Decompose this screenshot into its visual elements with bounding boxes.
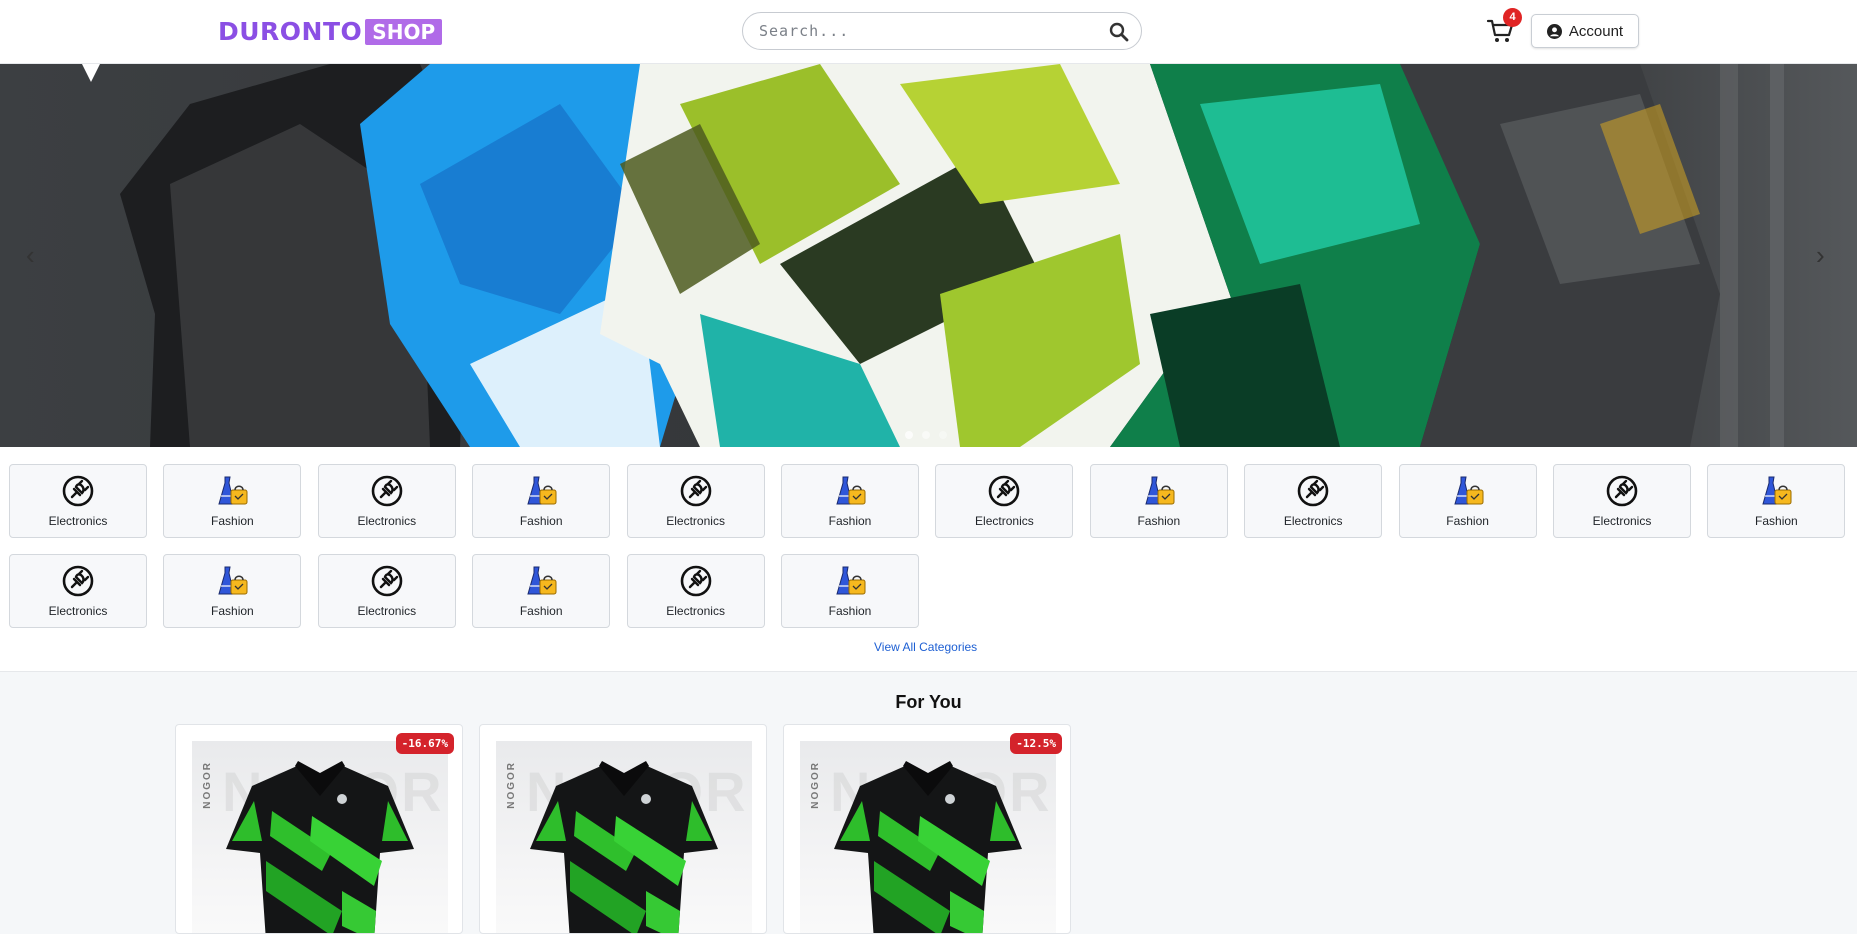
search-input[interactable] — [759, 19, 1099, 43]
category-tile-electronics[interactable]: Electronics — [9, 464, 147, 538]
discount-badge: -16.67% — [395, 733, 454, 754]
discount-badge: -12.5% — [1010, 733, 1062, 754]
category-label: Electronics — [48, 514, 108, 528]
dress-bag-icon — [527, 476, 557, 505]
category-label: Electronics — [48, 604, 108, 618]
category-label: Fashion — [211, 604, 254, 618]
search-button[interactable] — [1109, 22, 1129, 42]
plug-icon — [62, 475, 94, 507]
category-tile-fashion[interactable]: Fashion — [472, 464, 611, 538]
site-logo[interactable]: DURONTO SHOP — [218, 17, 443, 46]
dress-bag-icon — [218, 476, 248, 505]
hero-dot[interactable] — [905, 431, 913, 439]
category-label: Fashion — [1137, 514, 1181, 528]
dress-bag-icon — [1453, 476, 1484, 505]
category-label: Fashion — [1755, 514, 1798, 528]
category-label: Fashion — [828, 514, 872, 528]
category-tile-electronics[interactable]: Electronics — [1553, 464, 1691, 538]
hero-notch — [82, 64, 100, 82]
category-tile-fashion[interactable]: Fashion — [1707, 464, 1846, 538]
hero-dot[interactable] — [922, 431, 930, 439]
plug-icon — [1297, 475, 1329, 507]
category-tile-electronics[interactable]: Electronics — [317, 464, 456, 538]
category-label: Fashion — [211, 514, 254, 528]
category-tile-fashion[interactable]: Fashion — [781, 464, 919, 538]
category-tile-fashion[interactable]: Fashion — [163, 554, 302, 628]
category-tile-fashion[interactable]: Fashion — [163, 464, 302, 538]
cart-count-badge: 4 — [1503, 8, 1522, 27]
category-tile-electronics[interactable]: Electronics — [626, 554, 765, 628]
jersey-image — [834, 761, 1022, 933]
plug-icon — [371, 565, 403, 597]
plug-icon — [371, 475, 403, 507]
category-tile-fashion[interactable]: Fashion — [1398, 464, 1537, 538]
category-tile-electronics[interactable]: Electronics — [1244, 464, 1383, 538]
category-label: Electronics — [666, 514, 725, 528]
product-image: NOGORNOGOR — [192, 741, 448, 933]
hero-pagination — [905, 431, 947, 439]
category-tile-electronics[interactable]: Electronics — [935, 464, 1074, 538]
category-tile-electronics[interactable]: Electronics — [626, 464, 765, 538]
jersey-image — [530, 761, 718, 933]
account-button[interactable]: Account — [1531, 14, 1639, 48]
category-tile-fashion[interactable]: Fashion — [781, 554, 919, 628]
dress-bag-icon — [527, 566, 557, 595]
hero-dot[interactable] — [939, 431, 947, 439]
category-label: Fashion — [1446, 514, 1489, 528]
product-card[interactable]: NOGORNOGOR — [479, 724, 767, 934]
category-label: Electronics — [666, 604, 725, 618]
product-card[interactable]: -12.5%NOGORNOGOR — [783, 724, 1071, 934]
category-label: Electronics — [357, 514, 417, 528]
dress-bag-icon — [218, 566, 248, 595]
hero-prev-button[interactable]: ‹ — [26, 242, 35, 268]
dress-bag-icon — [1145, 476, 1175, 505]
category-tile-fashion[interactable]: Fashion — [1089, 464, 1228, 538]
plug-icon — [680, 565, 711, 597]
category-tile-fashion[interactable]: Fashion — [472, 554, 611, 628]
category-label: Fashion — [519, 514, 563, 528]
logo-badge: SHOP — [365, 19, 443, 45]
category-tile-electronics[interactable]: Electronics — [317, 554, 456, 628]
hero-image — [0, 64, 1857, 447]
logo-text: DURONTO — [218, 17, 363, 46]
dress-bag-icon — [1762, 476, 1792, 505]
dress-bag-icon — [836, 566, 866, 595]
dress-bag-icon — [836, 476, 866, 505]
category-tile-electronics[interactable]: Electronics — [9, 554, 147, 628]
category-label: Fashion — [519, 604, 563, 618]
product-card[interactable]: -16.67%NOGORNOGOR — [175, 724, 463, 934]
plug-icon — [1606, 475, 1638, 507]
product-image: NOGORNOGOR — [496, 741, 752, 933]
category-label: Electronics — [1283, 514, 1343, 528]
hero-next-button[interactable]: › — [1816, 242, 1825, 268]
category-label: Fashion — [828, 604, 872, 618]
user-circle-icon — [1546, 23, 1562, 39]
site-header: DURONTO SHOP 4 Account — [0, 0, 1857, 64]
for-you-heading: For You — [895, 692, 962, 712]
search-icon — [1109, 22, 1129, 42]
category-label: Electronics — [975, 514, 1034, 528]
plug-icon — [680, 475, 711, 507]
jersey-image — [226, 761, 414, 933]
product-image: NOGORNOGOR — [800, 741, 1056, 933]
hero-banner[interactable] — [0, 64, 1857, 447]
view-all-categories-link[interactable]: View All Categories — [874, 640, 977, 654]
search-bar — [742, 12, 1142, 50]
plug-icon — [989, 475, 1020, 507]
category-label: Electronics — [357, 604, 417, 618]
plug-icon — [62, 565, 94, 597]
account-label: Account — [1568, 22, 1624, 40]
category-label: Electronics — [1592, 514, 1652, 528]
